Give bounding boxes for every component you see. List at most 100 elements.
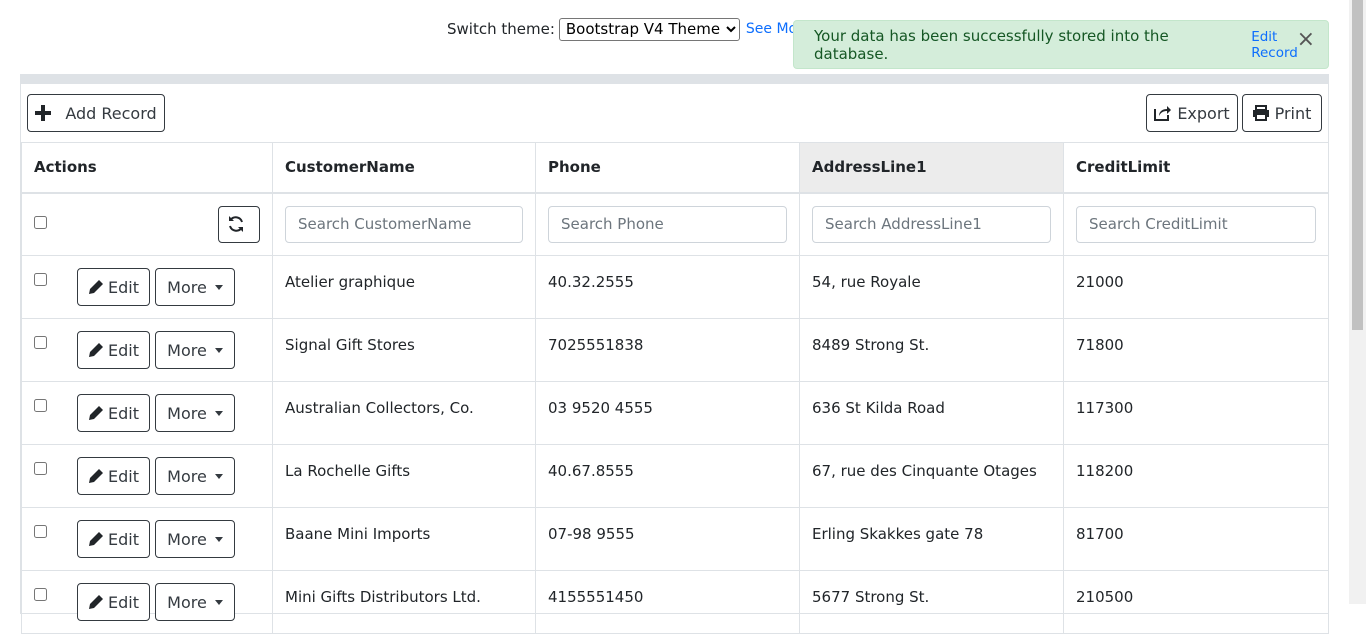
search-customer-name-input[interactable] [285,205,523,243]
customer-name-text: Atelier graphique [285,273,415,291]
print-button[interactable]: Print [1242,94,1322,132]
printer-icon [1252,105,1269,121]
edit-label: Edit [108,466,139,486]
export-button[interactable]: Export [1146,94,1238,132]
cell-customer-name: La Rochelle Gifts [272,444,536,508]
cell-phone: 03 9520 4555 [535,381,800,445]
cell-credit-limit: 117300 [1063,381,1329,445]
search-credit-limit-input[interactable] [1076,205,1316,243]
edit-label: Edit [108,529,139,549]
customer-name-text: La Rochelle Gifts [285,462,411,480]
table-row: Edit More Signal Gift Stores 7025551838 8489… [21,318,1329,382]
theme-select[interactable]: Bootstrap V4 Theme [558,17,740,41]
credit-limit-text: 81700 [1076,525,1124,543]
header-row: Actions CustomerName Phone AddressLine1 … [21,142,1329,194]
more-label: More [167,529,207,549]
row-action-buttons: Edit More [77,457,235,495]
edit-label: Edit [108,403,139,423]
cell-credit-limit: 118200 [1063,444,1329,508]
credit-limit-text: 71800 [1076,336,1124,354]
cell-phone: 07-98 9555 [535,507,800,571]
close-icon[interactable]: × [1297,29,1315,51]
search-phone-input[interactable] [548,205,787,243]
edit-button[interactable]: Edit [77,394,150,432]
row-actions-cell: Edit More [21,255,273,319]
cell-customer-name: Baane Mini Imports [272,507,536,571]
caret-down-icon [214,473,223,479]
cell-credit-limit: 210500 [1063,570,1329,634]
row-checkbox[interactable] [34,588,47,601]
more-dropdown-button[interactable]: More [155,268,235,306]
phone-text: 40.67.8555 [548,462,634,480]
cell-address: 54, rue Royale [799,255,1064,319]
more-dropdown-button[interactable]: More [155,583,235,621]
more-dropdown-button[interactable]: More [155,457,235,495]
header-credit-limit[interactable]: CreditLimit [1063,142,1329,194]
cell-phone: 40.32.2555 [535,255,800,319]
export-label: Export [1177,103,1230,123]
more-dropdown-button[interactable]: More [155,394,235,432]
edit-record-link[interactable]: Edit Record [1251,29,1328,61]
grid-toolbar: Add Record Export Print [21,84,1328,142]
row-actions-cell: Edit More [21,570,273,634]
table-row: Edit More Australian Collectors, Co. 03 952… [21,381,1329,445]
cell-credit-limit: 81700 [1063,507,1329,571]
caret-down-icon [214,536,223,542]
filter-customer-cell [272,192,536,256]
credit-limit-text: 118200 [1076,462,1134,480]
edit-button[interactable]: Edit [77,268,150,306]
customers-table: Actions CustomerName Phone AddressLine1 … [21,142,1329,634]
filter-credit-cell [1063,192,1329,256]
credit-limit-text: 21000 [1076,273,1124,291]
table-row: Edit More Atelier graphique 40.32.2555 54, r… [21,255,1329,319]
table-row: Edit More La Rochelle Gifts 40.67.8555 67, r… [21,444,1329,508]
more-dropdown-button[interactable]: More [155,520,235,558]
refresh-button[interactable] [218,205,260,243]
edit-label: Edit [108,592,139,612]
caret-down-icon [214,410,223,416]
address-text: Erling Skakkes gate 78 [812,525,984,543]
cell-phone: 4155551450 [535,570,800,634]
edit-button[interactable]: Edit [77,331,150,369]
refresh-icon [229,216,243,232]
pencil-icon [89,406,103,420]
filter-row [21,192,1329,256]
edit-button[interactable]: Edit [77,457,150,495]
filter-phone-cell [535,192,800,256]
row-checkbox[interactable] [34,399,47,412]
pencil-icon [89,595,103,609]
row-checkbox[interactable] [34,525,47,538]
cell-address: 5677 Strong St. [799,570,1064,634]
customer-name-text: Signal Gift Stores [285,336,415,354]
address-text: 54, rue Royale [812,273,921,291]
filter-actions-cell [21,192,273,256]
customer-name-text: Baane Mini Imports [285,525,431,543]
more-dropdown-button[interactable]: More [155,331,235,369]
phone-text: 03 9520 4555 [548,399,653,417]
header-address[interactable]: AddressLine1 [799,142,1064,194]
print-label: Print [1274,103,1312,123]
edit-label: Edit [108,340,139,360]
row-actions-cell: Edit More [21,507,273,571]
cell-credit-limit: 71800 [1063,318,1329,382]
add-record-button[interactable]: Add Record [27,94,165,132]
page-scrollbar[interactable] [1349,0,1366,604]
row-checkbox[interactable] [34,273,47,286]
row-checkbox[interactable] [34,336,47,349]
row-actions-cell: Edit More [21,381,273,445]
edit-button[interactable]: Edit [77,520,150,558]
row-action-buttons: Edit More [77,394,235,432]
row-actions-cell: Edit More [21,318,273,382]
pencil-icon [89,532,103,546]
search-address-input[interactable] [812,205,1051,243]
address-text: 636 St Kilda Road [812,399,945,417]
select-all-checkbox[interactable] [34,215,47,229]
switch-theme-label: Switch theme: [447,20,555,38]
cell-address: 636 St Kilda Road [799,381,1064,445]
more-label: More [167,403,207,423]
header-customer-name[interactable]: CustomerName [272,142,536,194]
row-checkbox[interactable] [34,462,47,475]
edit-button[interactable]: Edit [77,583,150,621]
header-phone[interactable]: Phone [535,142,800,194]
scrollbar-thumb[interactable] [1352,0,1363,330]
